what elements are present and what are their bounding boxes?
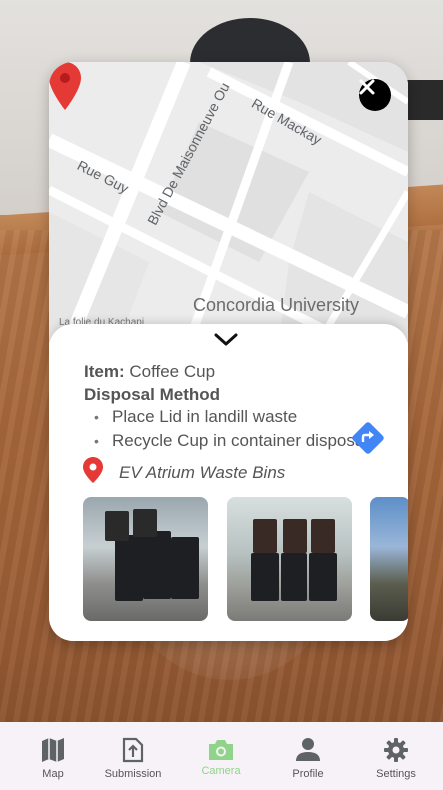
nav-label-profile: Profile — [292, 768, 324, 780]
item-label: Item: — [84, 362, 125, 381]
bin-screen — [253, 519, 277, 553]
bin-screen — [311, 519, 335, 553]
camera-monitor — [405, 80, 443, 120]
bin-compost — [281, 553, 307, 601]
bullet-icon: • — [94, 433, 99, 449]
disposal-step: • Recycle Cup in container disposal — [94, 431, 368, 451]
bin-photo[interactable] — [370, 497, 408, 621]
nav-item-profile[interactable]: Profile — [268, 722, 348, 790]
bin-screen — [105, 511, 129, 541]
bin-landfill — [171, 537, 199, 599]
bin-photo[interactable] — [227, 497, 352, 621]
bin-recycle — [115, 535, 143, 601]
map-icon — [42, 738, 64, 762]
nav-item-submission[interactable]: Submission — [93, 722, 173, 790]
disposal-step: • Place Lid in landill waste — [94, 407, 297, 427]
nav-item-map[interactable]: Map — [13, 722, 93, 790]
bin-landfill — [309, 553, 337, 601]
place-label: Concordia University — [193, 295, 360, 315]
bin-screen — [283, 519, 307, 553]
nav-label-camera: Camera — [201, 765, 241, 777]
close-button[interactable] — [359, 79, 391, 111]
bullet-icon: • — [94, 409, 99, 425]
upload-icon — [122, 737, 144, 763]
location-pin-icon — [83, 457, 103, 483]
bin-recycle — [251, 553, 279, 601]
info-panel: Item: Coffee Cup Disposal Method • Place … — [49, 324, 408, 641]
close-icon — [359, 79, 375, 95]
item-line: Item: Coffee Cup — [84, 362, 215, 382]
nav-item-settings[interactable]: Settings — [356, 722, 436, 790]
bin-screen — [133, 509, 157, 537]
nav-item-camera[interactable]: Camera — [181, 722, 261, 790]
person-icon — [296, 738, 320, 761]
disposal-step-text: Recycle Cup in container disposal — [112, 431, 369, 450]
map-view[interactable]: Rue Guy Blvd De Maisonneuve Ou Rue Macka… — [49, 62, 408, 342]
bottom-nav: Map Submission Camera Profile Settings — [0, 722, 443, 790]
map-pin-icon[interactable] — [49, 62, 81, 110]
nav-label-submission: Submission — [104, 768, 162, 780]
result-card: Rue Guy Blvd De Maisonneuve Ou Rue Macka… — [49, 62, 408, 641]
bin-photo[interactable] — [83, 497, 208, 621]
location-name: EV Atrium Waste Bins — [119, 463, 286, 482]
camera-icon — [209, 740, 233, 760]
photo-carousel[interactable] — [83, 497, 408, 621]
chevron-down-icon[interactable] — [213, 332, 239, 348]
item-value: Coffee Cup — [129, 362, 216, 381]
nav-label-settings: Settings — [376, 768, 416, 780]
disposal-method-title: Disposal Method — [84, 385, 221, 404]
directions-icon[interactable] — [351, 421, 385, 455]
gear-icon — [384, 738, 408, 762]
bin-compost — [143, 531, 171, 599]
disposal-step-text: Place Lid in landill waste — [112, 407, 298, 426]
nav-label-map: Map — [42, 768, 64, 780]
